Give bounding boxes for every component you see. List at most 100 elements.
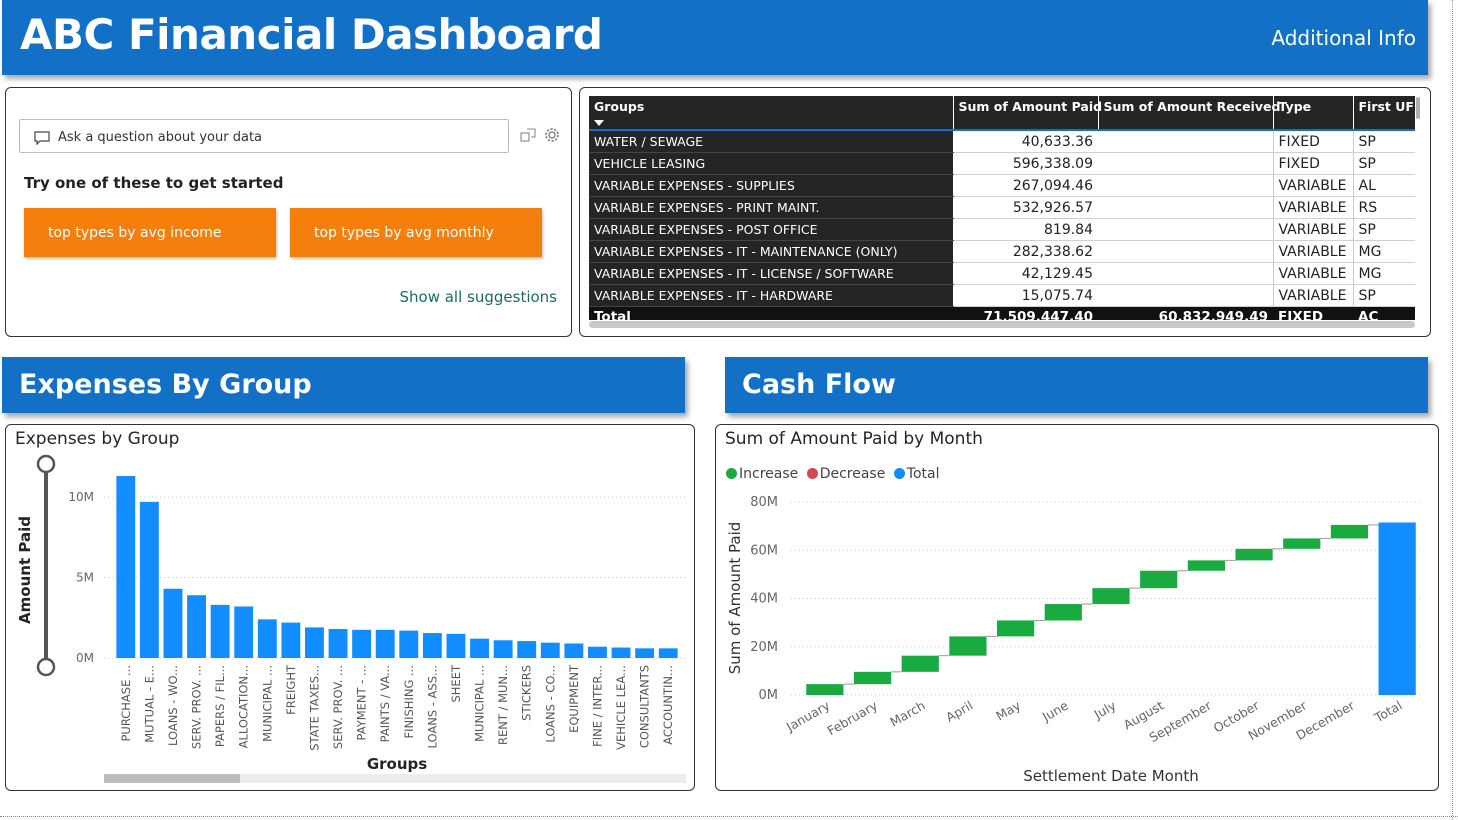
bar[interactable] — [635, 648, 655, 658]
waterfall-bar[interactable] — [949, 636, 987, 656]
bar[interactable] — [163, 588, 183, 658]
table-row[interactable]: VARIABLE EXPENSES - IT - LICENSE / SOFTW… — [589, 262, 1415, 285]
bar[interactable] — [588, 646, 607, 658]
cell-uf[interactable]: SP — [1352, 152, 1415, 175]
table-row[interactable]: VARIABLE EXPENSES - IT - HARDWARE 15,075.… — [589, 284, 1415, 307]
gear-icon[interactable] — [544, 127, 560, 143]
cell-amount-paid[interactable]: 282,338.62 — [953, 240, 1098, 263]
cell-type[interactable]: VARIABLE — [1272, 284, 1353, 307]
cell-type[interactable]: VARIABLE — [1272, 218, 1353, 241]
cell-type[interactable]: VARIABLE — [1272, 174, 1353, 197]
bar[interactable] — [210, 604, 230, 658]
cell-group[interactable]: VARIABLE EXPENSES - IT - LICENSE / SOFTW… — [589, 262, 954, 285]
zoom-slider-handle[interactable] — [36, 454, 56, 474]
cell-amount-paid[interactable]: 40,633.36 — [953, 130, 1098, 153]
total-type[interactable]: FIXED — [1273, 306, 1353, 320]
cashflow-waterfall-chart[interactable]: 0M 20M 40M 60M 80M Sum of Amount Paid JanuaryF… — [716, 425, 1438, 790]
cell-uf[interactable]: MG — [1352, 240, 1415, 263]
total-amount-paid[interactable]: 71,509,447.40 — [953, 306, 1098, 320]
cell-uf[interactable]: MG — [1352, 262, 1415, 285]
bar[interactable] — [375, 629, 395, 658]
total-amount-received[interactable]: 60,832,949.49 — [1098, 306, 1273, 320]
column-header-groups[interactable]: Groups — [589, 96, 954, 131]
cell-type[interactable]: FIXED — [1272, 152, 1353, 175]
cell-amount-paid[interactable]: 267,094.46 — [953, 174, 1098, 197]
bar[interactable] — [422, 633, 442, 658]
waterfall-bar[interactable] — [997, 620, 1035, 637]
table-row[interactable]: WATER / SEWAGE 40,633.36 FIXED SP — [589, 130, 1415, 153]
bar[interactable] — [116, 476, 136, 658]
cell-group[interactable]: VARIABLE EXPENSES - IT - MAINTENANCE (ON… — [589, 240, 954, 263]
bar[interactable] — [305, 627, 324, 658]
waterfall-bar[interactable] — [1235, 548, 1273, 561]
waterfall-bar[interactable] — [853, 671, 892, 685]
waterfall-bar[interactable] — [1044, 604, 1082, 621]
bar[interactable] — [493, 640, 513, 658]
cell-uf[interactable]: RS — [1352, 196, 1415, 219]
waterfall-bar[interactable] — [1092, 588, 1130, 605]
cell-uf[interactable]: SP — [1352, 284, 1415, 307]
cell-group[interactable]: VEHICLE LEASING — [589, 152, 954, 175]
cell-amount-received[interactable] — [1098, 152, 1273, 175]
cell-uf[interactable]: AL — [1352, 174, 1415, 197]
waterfall-total-bar[interactable] — [1378, 522, 1416, 695]
cell-type[interactable]: FIXED — [1272, 130, 1353, 153]
cell-amount-received[interactable] — [1098, 218, 1273, 241]
horizontal-scrollbar[interactable] — [589, 321, 1415, 328]
zoom-slider-handle[interactable] — [36, 657, 56, 677]
bar[interactable] — [399, 630, 419, 658]
scrollbar-thumb[interactable] — [104, 774, 240, 783]
bar[interactable] — [328, 629, 348, 658]
bar[interactable] — [540, 642, 560, 658]
bar[interactable] — [139, 501, 159, 658]
waterfall-bar[interactable] — [1330, 524, 1369, 539]
qa-input[interactable]: Ask a question about your data — [19, 119, 509, 153]
cell-amount-received[interactable] — [1098, 284, 1273, 307]
waterfall-bar[interactable] — [1187, 560, 1225, 571]
waterfall-bar[interactable] — [901, 655, 939, 672]
table-row[interactable]: VARIABLE EXPENSES - IT - MAINTENANCE (ON… — [589, 240, 1415, 263]
cell-amount-received[interactable] — [1098, 130, 1273, 153]
waterfall-bar[interactable] — [1140, 570, 1178, 589]
column-header-type[interactable]: Type — [1273, 96, 1354, 131]
column-header-received[interactable]: Sum of Amount Received — [1098, 96, 1280, 131]
table-row[interactable]: VARIABLE EXPENSES - SUPPLIES 267,094.46 VA… — [589, 174, 1415, 197]
cell-amount-received[interactable] — [1098, 196, 1273, 219]
vertical-scrollbar[interactable] — [1416, 97, 1420, 119]
convert-visual-icon[interactable] — [520, 128, 536, 142]
cell-amount-paid[interactable]: 819.84 — [953, 218, 1098, 241]
cell-amount-received[interactable] — [1098, 262, 1273, 285]
bar[interactable] — [234, 606, 254, 658]
cell-uf[interactable]: SP — [1352, 218, 1415, 241]
waterfall-bar[interactable] — [1283, 538, 1321, 549]
cell-amount-paid[interactable]: 42,129.45 — [953, 262, 1098, 285]
total-uf[interactable]: AC — [1353, 306, 1415, 320]
bar[interactable] — [187, 595, 206, 658]
cell-type[interactable]: VARIABLE — [1272, 196, 1353, 219]
additional-info-link[interactable]: Additional Info — [1271, 26, 1416, 50]
cell-group[interactable]: VARIABLE EXPENSES - IT - HARDWARE — [589, 284, 954, 307]
cell-group[interactable]: VARIABLE EXPENSES - PRINT MAINT. — [589, 196, 954, 219]
bar[interactable] — [517, 641, 537, 658]
bar[interactable] — [352, 629, 372, 658]
cell-group[interactable]: WATER / SEWAGE — [589, 130, 954, 153]
bar[interactable] — [470, 638, 489, 658]
table-row[interactable]: VARIABLE EXPENSES - PRINT MAINT. 532,926.… — [589, 196, 1415, 219]
table-row[interactable]: VEHICLE LEASING 596,338.09 FIXED SP — [589, 152, 1415, 175]
column-header-paid[interactable]: Sum of Amount Paid — [953, 96, 1102, 131]
cell-amount-received[interactable] — [1098, 174, 1273, 197]
bar[interactable] — [611, 647, 631, 658]
column-header-uf[interactable]: First UF — [1353, 96, 1415, 131]
cell-type[interactable]: VARIABLE — [1272, 240, 1353, 263]
cell-type[interactable]: VARIABLE — [1272, 262, 1353, 285]
suggestion-button[interactable]: top types by avg monthly — [290, 208, 542, 257]
table-row[interactable]: VARIABLE EXPENSES - POST OFFICE 819.84 VAR… — [589, 218, 1415, 241]
bar[interactable] — [658, 648, 678, 658]
bar[interactable] — [564, 643, 584, 658]
cell-amount-paid[interactable]: 532,926.57 — [953, 196, 1098, 219]
total-label[interactable]: Total — [589, 306, 953, 320]
cell-uf[interactable]: SP — [1352, 130, 1415, 153]
bar[interactable] — [281, 622, 301, 658]
expenses-bar-chart[interactable]: 0M 5M 10M Amount Paid PURCHASE ... MUTUAL - E… — [6, 425, 694, 790]
cell-amount-paid[interactable]: 15,075.74 — [953, 284, 1098, 307]
